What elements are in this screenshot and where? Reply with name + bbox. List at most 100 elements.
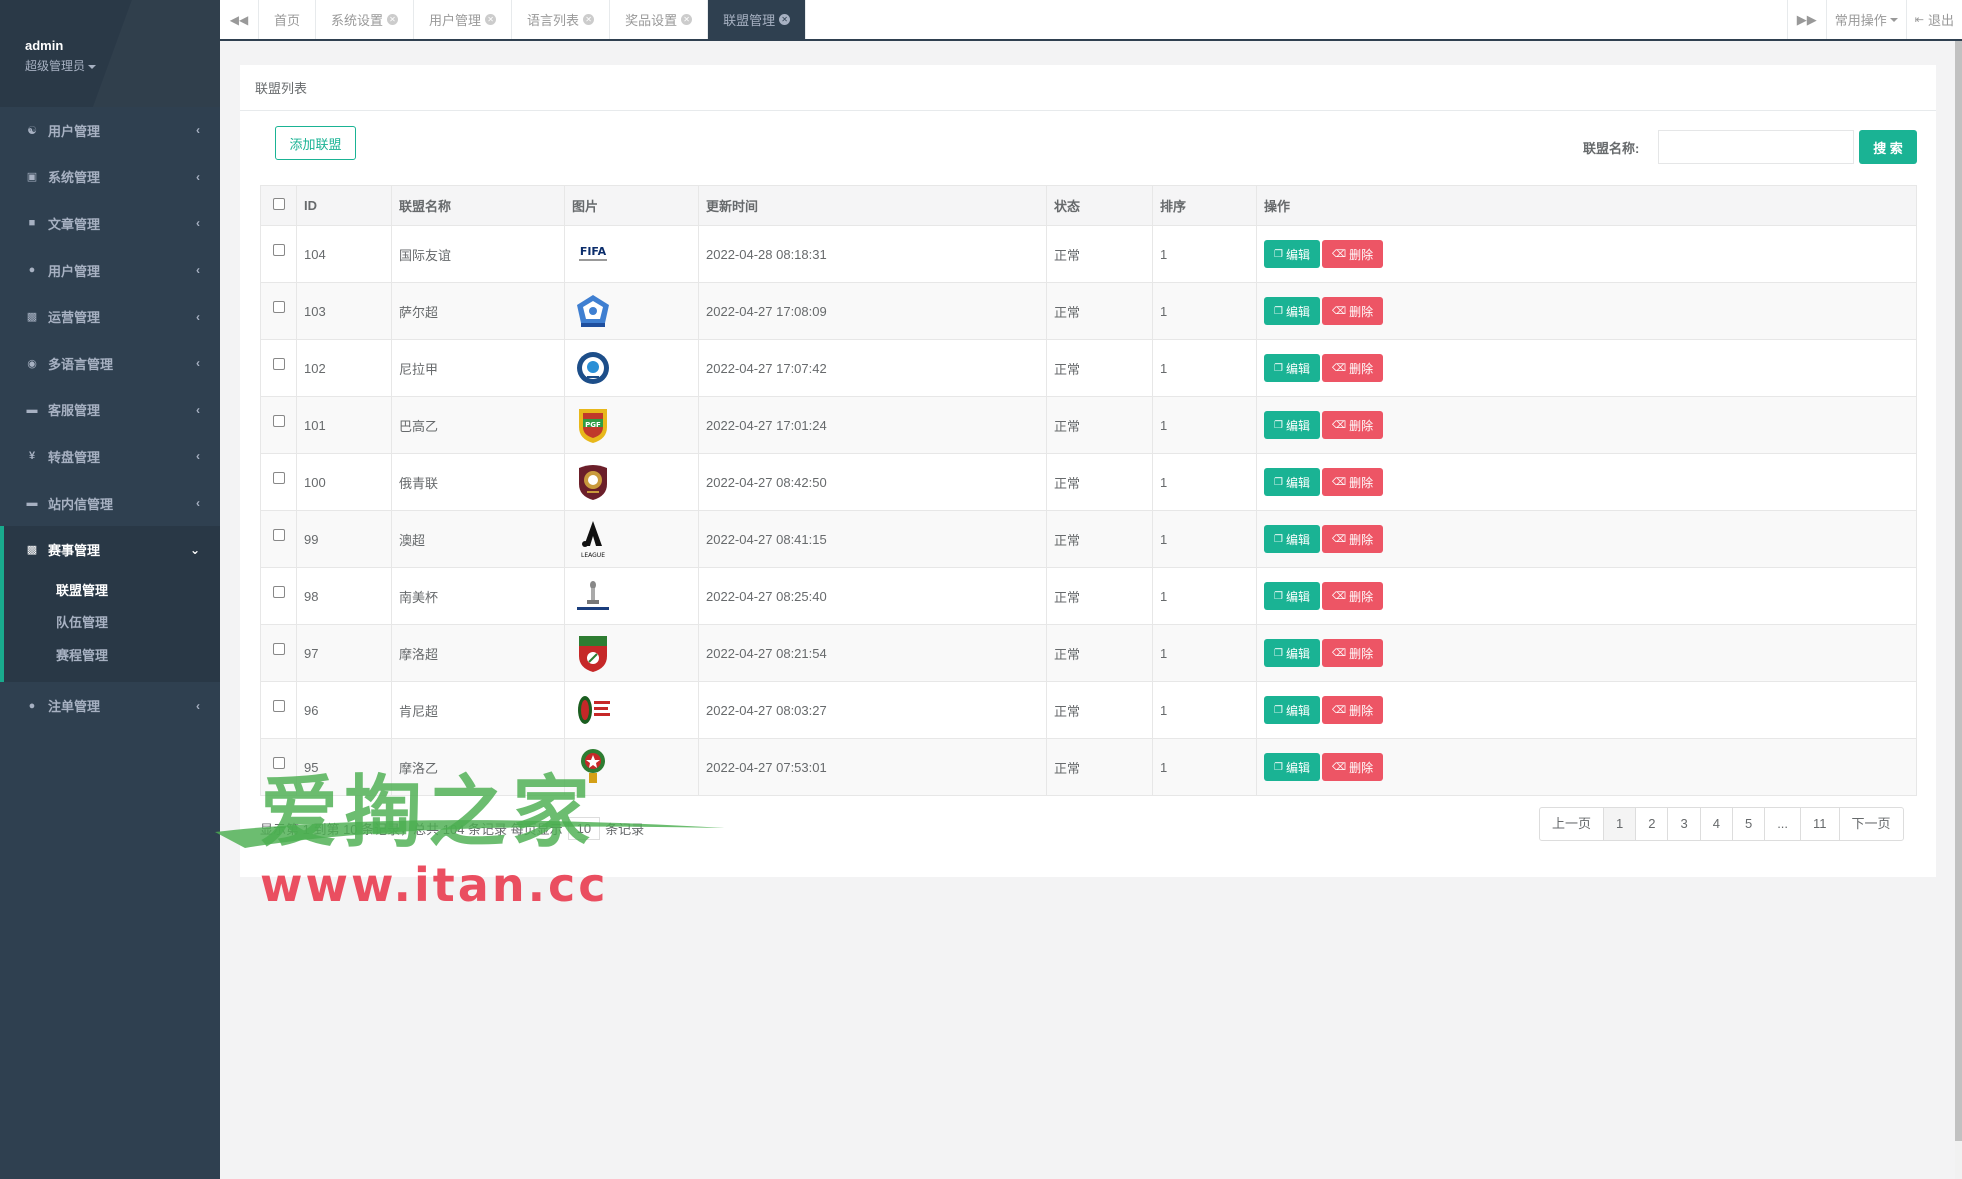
edit-button[interactable]: ❐ 编辑 [1264,525,1320,553]
delete-button[interactable]: ⌫ 删除 [1321,411,1384,439]
close-icon[interactable]: ✕ [485,14,497,25]
sidebar-item-7[interactable]: ¥ 转盘管理 ‹ [0,433,220,480]
tab-2[interactable]: 用户管理 ✕ [414,0,513,39]
common-ops-dropdown[interactable]: 常用操作 [1825,0,1906,39]
header-status[interactable]: 状态 [1046,185,1153,226]
delete-button[interactable]: ⌫ 删除 [1321,468,1384,496]
cell-sort: 1 [1152,453,1257,511]
table-row: 96 肯尼超 2022-04-27 08:03:27 正常 1 ❐ 编辑 ⌫ 删除 [260,681,1917,739]
header-id[interactable]: ID [296,185,392,226]
page-link-7[interactable]: 11 [1800,807,1840,841]
sidebar-item-events[interactable]: ▩ 赛事管理 ⌄ [4,526,220,573]
row-checkbox[interactable] [272,358,285,371]
page-link-6[interactable]: ... [1764,807,1802,841]
edit-button[interactable]: ❐ 编辑 [1264,696,1320,724]
sidebar-item-6[interactable]: ▬ 客服管理 ‹ [0,387,220,434]
page-link-5[interactable]: 5 [1731,807,1766,841]
close-icon[interactable]: ✕ [779,14,791,25]
tab-4[interactable]: 奖品设置 ✕ [610,0,709,39]
row-checkbox[interactable] [272,757,285,770]
sidebar-item-0[interactable]: ☯ 用户管理 ‹ [0,107,220,154]
row-checkbox[interactable] [272,472,285,485]
sidebar-item-4[interactable]: ▩ 运营管理 ‹ [0,293,220,340]
close-icon[interactable]: ✕ [583,14,595,25]
header-sort[interactable]: 排序 [1152,185,1257,226]
edit-button[interactable]: ❐ 编辑 [1264,297,1320,325]
close-icon[interactable]: ✕ [387,14,399,25]
row-checkbox[interactable] [272,301,285,314]
page-link-0[interactable]: 上一页 [1539,807,1605,841]
row-checkbox[interactable] [272,244,285,257]
row-checkbox[interactable] [272,586,285,599]
page-link-1[interactable]: 1 [1603,807,1637,841]
profile-role-dropdown[interactable]: 超级管理员 [25,57,220,74]
league-name-search-input[interactable] [1658,130,1854,164]
sidebar-item-5[interactable]: ◉ 多语言管理 ‹ [0,340,220,387]
edit-button[interactable]: ❐ 编辑 [1264,240,1320,268]
edit-button[interactable]: ❐ 编辑 [1264,582,1320,610]
scroll-right-button[interactable]: ▶▶ [1786,0,1826,39]
page-link-4[interactable]: 4 [1699,807,1733,841]
subnav-item-0[interactable]: 联盟管理 [4,575,220,608]
edit-button[interactable]: ❐ 编辑 [1264,753,1320,781]
sidebar-item-8[interactable]: ▬ 站内信管理 ‹ [0,480,220,527]
row-select-cell [260,681,297,739]
scroll-left-button[interactable]: ◀◀ [220,0,259,39]
row-checkbox[interactable] [272,529,285,542]
delete-button[interactable]: ⌫ 删除 [1321,582,1384,610]
row-select-cell [260,225,297,283]
cell-actions: ❐ 编辑 ⌫ 删除 [1256,396,1917,454]
cell-updated: 2022-04-27 08:41:15 [698,510,1047,568]
delete-button[interactable]: ⌫ 删除 [1321,240,1384,268]
cell-actions: ❐ 编辑 ⌫ 删除 [1256,339,1917,397]
edit-button[interactable]: ❐ 编辑 [1264,411,1320,439]
scrollbar-thumb[interactable] [1955,41,1962,1141]
sidebar-item-2[interactable]: ■ 文章管理 ‹ [0,200,220,247]
subnav-item-1[interactable]: 队伍管理 [4,607,220,640]
tab-5[interactable]: 联盟管理 ✕ [708,0,807,39]
sidebar-item-after-0[interactable]: ● 注单管理 ‹ [0,682,220,729]
cell-name: 国际友谊 [391,225,565,283]
header-actions: 操作 [1256,185,1917,226]
header-updated[interactable]: 更新时间 [698,185,1047,226]
cell-status: 正常 [1046,681,1153,739]
page-link-2[interactable]: 2 [1635,807,1669,841]
delete-button[interactable]: ⌫ 删除 [1321,639,1384,667]
edit-icon: ❐ [1274,761,1283,773]
sidebar-item-1[interactable]: ▣ 系统管理 ‹ [0,154,220,201]
sidebar-item-3[interactable]: ● 用户管理 ‹ [0,247,220,294]
trash-icon: ⌫ [1331,647,1347,659]
subnav-item-2[interactable]: 赛程管理 [4,640,220,673]
sign-out-icon: ⇤ [1914,14,1924,26]
delete-button[interactable]: ⌫ 删除 [1321,297,1384,325]
add-league-button[interactable]: 添加联盟 [275,126,356,160]
edit-label: 编辑 [1285,646,1310,661]
delete-button[interactable]: ⌫ 删除 [1321,753,1384,781]
delete-button[interactable]: ⌫ 删除 [1321,354,1384,382]
select-all-checkbox[interactable] [272,197,285,210]
delete-button[interactable]: ⌫ 删除 [1321,525,1384,553]
page-scrollbar[interactable] [1955,41,1962,1179]
page-link-3[interactable]: 3 [1667,807,1701,841]
logout-button[interactable]: ⇤ 退出 [1905,0,1962,39]
row-checkbox[interactable] [272,700,285,713]
page-link-8[interactable]: 下一页 [1838,807,1904,841]
page-size-select[interactable]: 10 [567,817,601,840]
close-icon[interactable]: ✕ [681,14,693,25]
sidebar-item-label: 用户管理 [48,123,101,139]
cell-actions: ❐ 编辑 ⌫ 删除 [1256,681,1917,739]
edit-button[interactable]: ❐ 编辑 [1264,468,1320,496]
tab-0[interactable]: 首页 [259,0,317,39]
cell-updated: 2022-04-27 08:25:40 [698,567,1047,625]
delete-button[interactable]: ⌫ 删除 [1321,696,1384,724]
edit-button[interactable]: ❐ 编辑 [1264,354,1320,382]
tab-3[interactable]: 语言列表 ✕ [512,0,611,39]
delete-label: 删除 [1349,760,1374,775]
search-button[interactable]: 搜 索 [1859,130,1917,164]
edit-button[interactable]: ❐ 编辑 [1264,639,1320,667]
cell-image: LEAGUE [564,510,699,568]
header-name[interactable]: 联盟名称 [391,185,565,226]
row-checkbox[interactable] [272,415,285,428]
row-checkbox[interactable] [272,643,285,656]
tab-1[interactable]: 系统设置 ✕ [316,0,415,39]
